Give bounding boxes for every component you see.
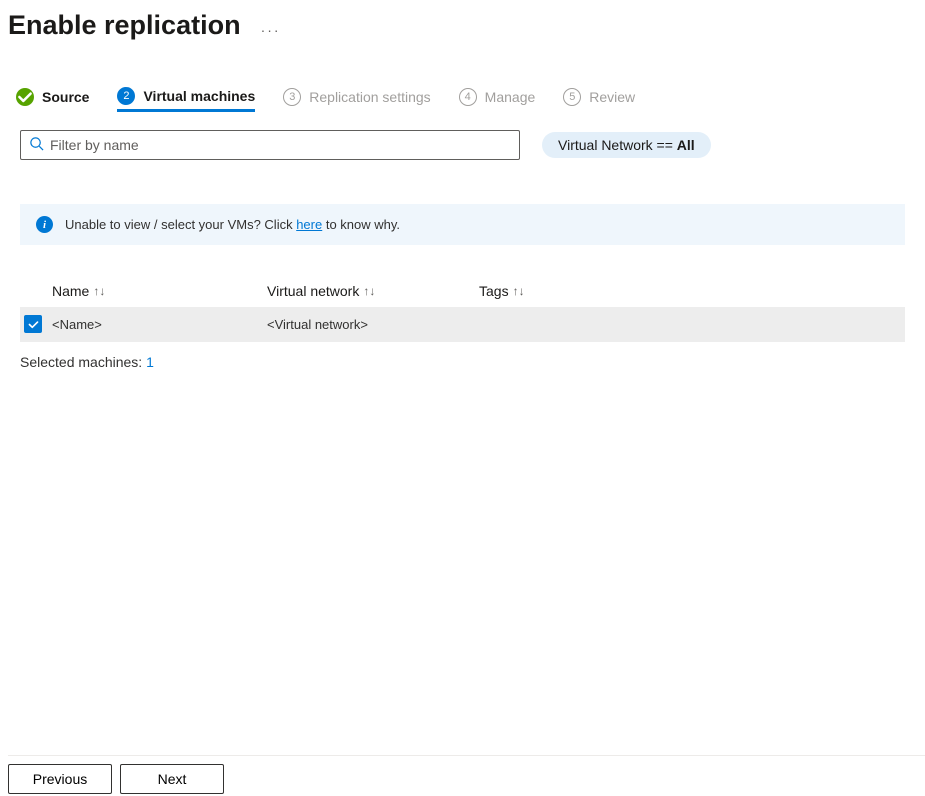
table-header-row: Name ↑↓ Virtual network ↑↓ Tags ↑↓ bbox=[20, 275, 905, 307]
info-banner-link[interactable]: here bbox=[296, 217, 322, 232]
cell-vnet: <Virtual network> bbox=[267, 317, 479, 332]
cell-name: <Name> bbox=[52, 317, 267, 332]
step-number-icon: 3 bbox=[283, 88, 301, 106]
more-actions-icon[interactable]: ··· bbox=[261, 22, 281, 38]
column-label: Tags bbox=[479, 283, 509, 299]
step-virtual-machines[interactable]: 2 Virtual machines bbox=[117, 87, 255, 112]
sort-icon: ↑↓ bbox=[513, 284, 525, 298]
vnet-filter-pill[interactable]: Virtual Network == All bbox=[542, 132, 711, 158]
sort-icon: ↑↓ bbox=[363, 284, 375, 298]
step-label: Source bbox=[42, 89, 89, 105]
selected-count: 1 bbox=[146, 354, 154, 370]
step-label: Manage bbox=[485, 89, 536, 105]
next-button[interactable]: Next bbox=[120, 764, 224, 794]
column-header-tags[interactable]: Tags ↑↓ bbox=[479, 283, 679, 299]
info-text: Unable to view / select your VMs? Click … bbox=[65, 217, 400, 232]
wizard-stepper: Source 2 Virtual machines 3 Replication … bbox=[0, 87, 925, 112]
column-label: Name bbox=[52, 283, 89, 299]
wizard-footer: Previous Next bbox=[8, 755, 925, 794]
vm-table: Name ↑↓ Virtual network ↑↓ Tags ↑↓ <Name… bbox=[20, 275, 905, 342]
column-label: Virtual network bbox=[267, 283, 359, 299]
column-header-name[interactable]: Name ↑↓ bbox=[52, 283, 267, 299]
step-manage[interactable]: 4 Manage bbox=[459, 88, 536, 112]
search-input-wrapper[interactable] bbox=[20, 130, 520, 160]
info-banner-suffix: to know why. bbox=[322, 217, 400, 232]
sort-icon: ↑↓ bbox=[93, 284, 105, 298]
step-label: Virtual machines bbox=[143, 88, 255, 104]
previous-button[interactable]: Previous bbox=[8, 764, 112, 794]
step-number-icon: 4 bbox=[459, 88, 477, 106]
step-source[interactable]: Source bbox=[16, 88, 89, 112]
filter-pill-value: All bbox=[677, 137, 695, 153]
info-banner: i Unable to view / select your VMs? Clic… bbox=[20, 204, 905, 245]
step-replication-settings[interactable]: 3 Replication settings bbox=[283, 88, 430, 112]
table-row[interactable]: <Name> <Virtual network> bbox=[20, 307, 905, 342]
search-icon bbox=[29, 136, 44, 154]
row-checkbox[interactable] bbox=[24, 315, 42, 333]
checkmark-icon bbox=[16, 88, 34, 106]
filter-name-input[interactable] bbox=[50, 137, 511, 153]
page-title: Enable replication bbox=[8, 10, 241, 41]
selected-label: Selected machines: bbox=[20, 354, 146, 370]
step-number-icon: 2 bbox=[117, 87, 135, 105]
info-icon: i bbox=[36, 216, 53, 233]
filter-pill-prefix: Virtual Network == bbox=[558, 137, 677, 153]
step-number-icon: 5 bbox=[563, 88, 581, 106]
selected-machines-summary: Selected machines: 1 bbox=[20, 354, 905, 370]
step-label: Replication settings bbox=[309, 89, 430, 105]
column-header-vnet[interactable]: Virtual network ↑↓ bbox=[267, 283, 479, 299]
step-review[interactable]: 5 Review bbox=[563, 88, 635, 112]
step-label: Review bbox=[589, 89, 635, 105]
info-banner-prefix: Unable to view / select your VMs? Click bbox=[65, 217, 296, 232]
